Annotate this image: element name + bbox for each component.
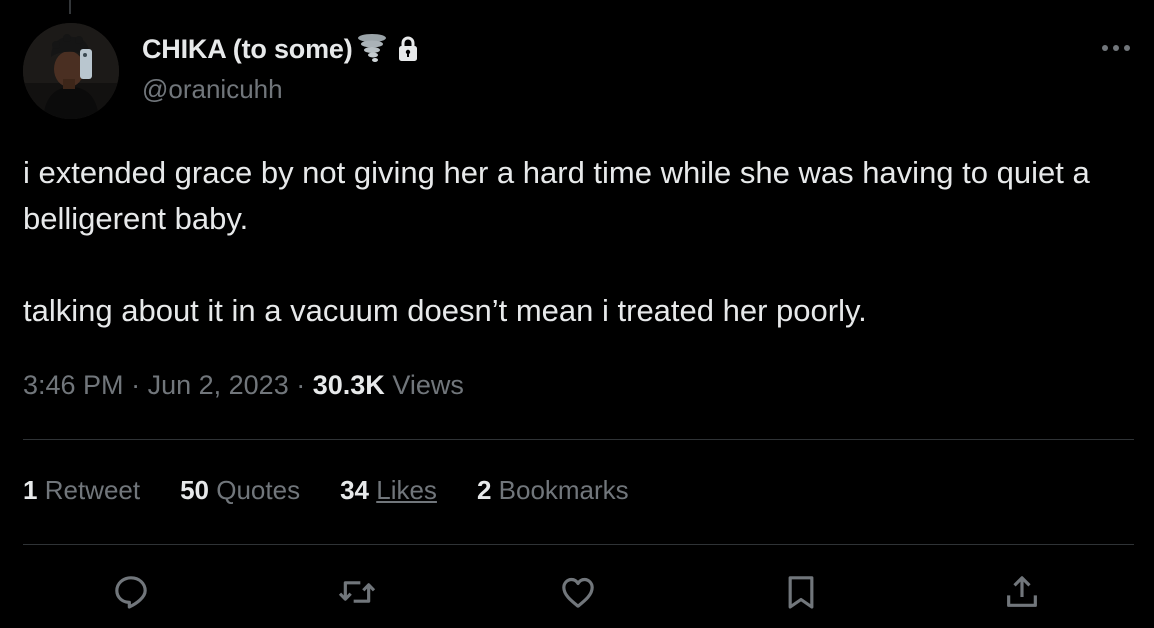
retweets-count: 1 (23, 475, 38, 505)
bookmarks-stat[interactable]: 2 Bookmarks (477, 475, 629, 506)
views-count: 30.3K (312, 370, 385, 400)
divider (23, 439, 1134, 440)
bookmarks-label: Bookmarks (498, 475, 629, 505)
bookmarks-count: 2 (476, 475, 492, 505)
tweet-time[interactable]: 3:46 PM (23, 370, 124, 400)
likes-label: Likes (376, 475, 437, 505)
retweet-button[interactable] (337, 570, 377, 614)
avatar-photo (23, 23, 119, 119)
like-icon (562, 577, 594, 608)
quotes-count: 50 (180, 475, 210, 505)
tweet-paragraph: talking about it in a vacuum doesn’t mea… (23, 293, 867, 328)
engagement-stats: 1 Retweet 50 Quotes 34 Likes 2 Bookmarks (23, 475, 629, 506)
tweet-text: i extended grace by not giving her a har… (23, 150, 1123, 334)
author-name-row: CHIKA (to some) (142, 31, 419, 67)
thread-connector-line (69, 0, 71, 14)
likes-stat[interactable]: 34 Likes (340, 475, 437, 506)
meta-separator: · (131, 370, 141, 400)
retweets-stat[interactable]: 1 Retweet (23, 475, 140, 506)
avatar[interactable] (23, 23, 119, 119)
like-button[interactable] (558, 570, 598, 614)
views-label: Views (392, 370, 464, 400)
reply-button[interactable] (111, 570, 151, 614)
quotes-stat[interactable]: 50 Quotes (180, 475, 300, 506)
tornado-icon (357, 33, 387, 65)
likes-count: 34 (340, 475, 369, 505)
bookmark-icon (788, 576, 814, 609)
meta-separator: · (296, 370, 306, 400)
share-icon (1007, 576, 1037, 607)
share-button[interactable] (1002, 570, 1042, 614)
more-options-button[interactable] (1096, 36, 1136, 60)
author-handle[interactable]: @oranicuhh (142, 74, 283, 105)
retweets-label: Retweet (44, 475, 141, 505)
reply-icon (115, 576, 147, 609)
tweet-paragraph: i extended grace by not giving her a har… (23, 155, 1099, 236)
quotes-label: Quotes (216, 475, 301, 505)
protected-lock-icon (397, 35, 419, 63)
divider (23, 544, 1134, 545)
retweet-icon (338, 581, 376, 603)
tweet-date[interactable]: Jun 2, 2023 (148, 370, 289, 400)
more-dots-icon (1102, 45, 1130, 51)
tweet-meta: 3:46 PM · Jun 2, 2023 · 30.3K Views (23, 370, 464, 401)
author-display-name[interactable]: CHIKA (to some) (142, 34, 353, 65)
bookmark-button[interactable] (781, 570, 821, 614)
